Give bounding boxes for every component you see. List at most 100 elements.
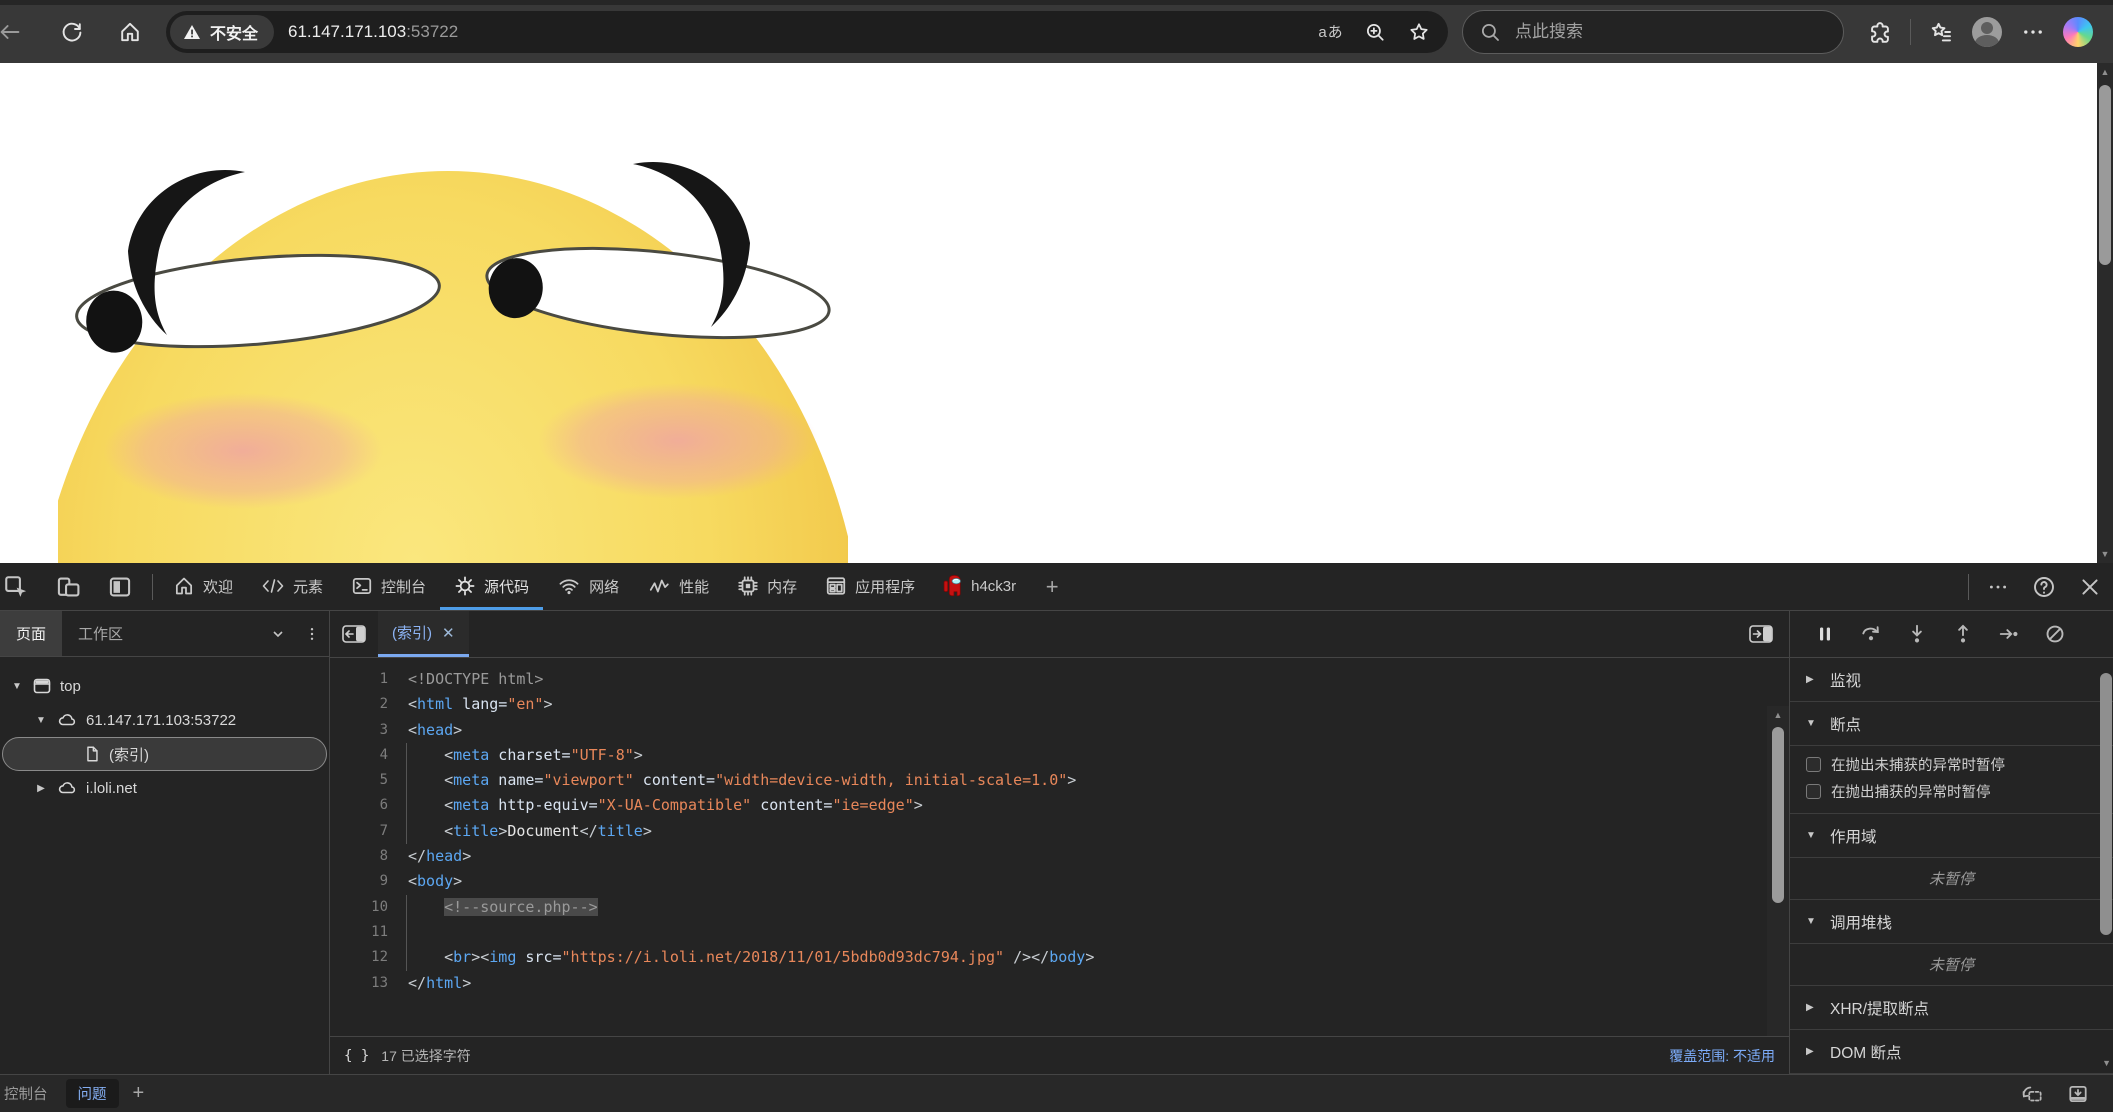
code-line[interactable]: 11 [330, 920, 1789, 945]
scroll-up-icon[interactable]: ▲ [2101, 63, 2110, 81]
tree-item-index[interactable]: (索引) [2, 737, 327, 771]
debugger-scrollbar-thumb[interactable] [2100, 673, 2112, 935]
extensions-button[interactable] [1858, 10, 1902, 54]
line-number[interactable]: 3 [330, 718, 388, 743]
scrollbar-thumb[interactable] [1772, 727, 1784, 903]
rotate-device-icon[interactable] [2009, 1083, 2055, 1105]
translate-button[interactable]: aあ [1312, 13, 1350, 51]
code-line[interactable]: 13</html> [330, 971, 1789, 996]
coverage-link[interactable]: 覆盖范围: 不适用 [1669, 1046, 1775, 1066]
editor-scrollbar[interactable]: ▲ ▼ [1767, 706, 1789, 1036]
line-number[interactable]: 4 [330, 743, 388, 768]
line-number[interactable]: 5 [330, 768, 388, 793]
pause-button[interactable] [1804, 615, 1846, 653]
line-number[interactable]: 12 [330, 945, 388, 970]
close-file-icon[interactable]: ✕ [442, 624, 455, 642]
line-number[interactable]: 2 [330, 692, 388, 717]
debugger-section-callstack[interactable]: ▼调用堆栈 [1790, 900, 2113, 944]
breakpoint-option-0[interactable]: 在抛出未捕获的异常时暂停 [1790, 751, 2113, 778]
copilot-icon[interactable] [2063, 17, 2093, 47]
expand-arrow-icon[interactable]: ▼ [10, 681, 24, 692]
devtools-tab-sources[interactable]: 源代码 [440, 563, 543, 610]
code-line[interactable]: 9<body> [330, 869, 1789, 894]
step-button[interactable] [1988, 615, 2030, 653]
line-number[interactable]: 6 [330, 793, 388, 818]
device-emulation-button[interactable] [42, 563, 94, 610]
line-number[interactable]: 9 [330, 869, 388, 894]
layout-panel-button[interactable] [94, 563, 146, 610]
devtools-tab-elements[interactable]: 元素 [247, 563, 337, 610]
devtools-help-button[interactable] [2021, 575, 2067, 599]
tree-item-top[interactable]: ▼top [0, 669, 329, 703]
devtools-more-button[interactable] [1975, 576, 2021, 598]
code-line[interactable]: 6 <meta http-equiv="X-UA-Compatible" con… [330, 793, 1789, 818]
expand-arrow-icon[interactable]: ▼ [1806, 830, 1818, 841]
code-line[interactable]: 1<!DOCTYPE html> [330, 667, 1789, 692]
collapse-arrow-icon[interactable]: ▶ [1806, 1002, 1818, 1013]
line-number[interactable]: 13 [330, 971, 388, 996]
deactivate-breakpoints-button[interactable] [2034, 615, 2076, 653]
page-scrollbar[interactable]: ▲ ▼ [2097, 63, 2113, 563]
breakpoint-option-1[interactable]: 在抛出捕获的异常时暂停 [1790, 778, 2113, 805]
code-line[interactable]: 8</head> [330, 844, 1789, 869]
debugger-section-scope[interactable]: ▼作用域 [1790, 814, 2113, 858]
checkbox[interactable] [1806, 757, 1821, 772]
zoom-button[interactable] [1356, 13, 1394, 51]
toggle-navigator-icon[interactable] [330, 611, 378, 657]
code-area[interactable]: 1<!DOCTYPE html>2<html lang="en">3<head>… [330, 658, 1789, 1036]
search-input[interactable] [1515, 22, 1785, 42]
expand-arrow-icon[interactable]: ▼ [1806, 916, 1818, 927]
line-number[interactable]: 1 [330, 667, 388, 692]
sidebar-tab-workspace[interactable]: 工作区 [62, 611, 139, 656]
favorite-button[interactable] [1400, 13, 1438, 51]
debugger-section-xhr[interactable]: ▶XHR/提取断点 [1790, 986, 2113, 1030]
devtools-close-button[interactable] [2067, 575, 2113, 599]
code-line[interactable]: 2<html lang="en"> [330, 692, 1789, 717]
scrollbar-thumb[interactable] [2099, 85, 2111, 265]
collapse-arrow-icon[interactable]: ▶ [1806, 674, 1818, 685]
chevron-down-icon[interactable] [261, 626, 295, 642]
refresh-button[interactable] [50, 10, 94, 54]
line-number[interactable]: 11 [330, 920, 388, 945]
editor-file-tab[interactable]: (索引) ✕ [378, 611, 469, 657]
back-button[interactable] [0, 10, 32, 54]
address-bar[interactable]: 不安全 61.147.171.103:53722 aあ [166, 11, 1448, 53]
devtools-tab-console[interactable]: 控制台 [337, 563, 440, 610]
line-number[interactable]: 7 [330, 819, 388, 844]
tree-item-host[interactable]: ▼61.147.171.103:53722 [0, 703, 329, 737]
more-tabs-button[interactable]: + [1030, 563, 1074, 610]
tree-item-iloli[interactable]: ▶i.loli.net [0, 771, 329, 805]
expand-arrow-icon[interactable]: ▼ [34, 715, 48, 726]
step-into-button[interactable] [1896, 615, 1938, 653]
devtools-tab-performance[interactable]: 性能 [633, 563, 723, 610]
drawer-tab-console[interactable]: 控制台 [0, 1079, 60, 1108]
collections-button[interactable] [1919, 10, 1963, 54]
devtools-tab-network[interactable]: 网络 [543, 563, 633, 610]
checkbox[interactable] [1806, 784, 1821, 799]
dock-drawer-icon[interactable] [2055, 1083, 2101, 1105]
toggle-debugger-icon[interactable] [1733, 611, 1789, 657]
code-line[interactable]: 12 <br><img src="https://i.loli.net/2018… [330, 945, 1789, 970]
code-line[interactable]: 3<head> [330, 718, 1789, 743]
step-out-button[interactable] [1942, 615, 1984, 653]
debugger-section-breakpoints[interactable]: ▼断点 [1790, 702, 2113, 746]
code-line[interactable]: 10 <!--source.php--> [330, 895, 1789, 920]
scroll-down-icon[interactable]: ▼ [2102, 1058, 2111, 1068]
devtools-tab-application[interactable]: 应用程序 [811, 563, 929, 610]
inspect-element-button[interactable] [0, 563, 42, 610]
security-badge[interactable]: 不安全 [170, 15, 274, 49]
line-number[interactable]: 10 [330, 895, 388, 920]
pretty-print-icon[interactable]: { } [344, 1048, 369, 1064]
debugger-section-watch[interactable]: ▶监视 [1790, 658, 2113, 702]
expand-arrow-icon[interactable]: ▼ [1806, 718, 1818, 729]
devtools-tab-h4ck3r[interactable]: h4ck3r [929, 563, 1030, 610]
code-line[interactable]: 7 <title>Document</title> [330, 819, 1789, 844]
scroll-up-icon[interactable]: ▲ [1774, 706, 1783, 724]
profile-button[interactable] [1965, 10, 2009, 54]
code-line[interactable]: 4 <meta charset="UTF-8"> [330, 743, 1789, 768]
drawer-tab-issues[interactable]: 问题 [66, 1079, 119, 1108]
collapse-arrow-icon[interactable]: ▶ [34, 783, 48, 794]
scroll-down-icon[interactable]: ▼ [2101, 545, 2110, 563]
line-number[interactable]: 8 [330, 844, 388, 869]
devtools-tab-memory[interactable]: 内存 [723, 563, 811, 610]
